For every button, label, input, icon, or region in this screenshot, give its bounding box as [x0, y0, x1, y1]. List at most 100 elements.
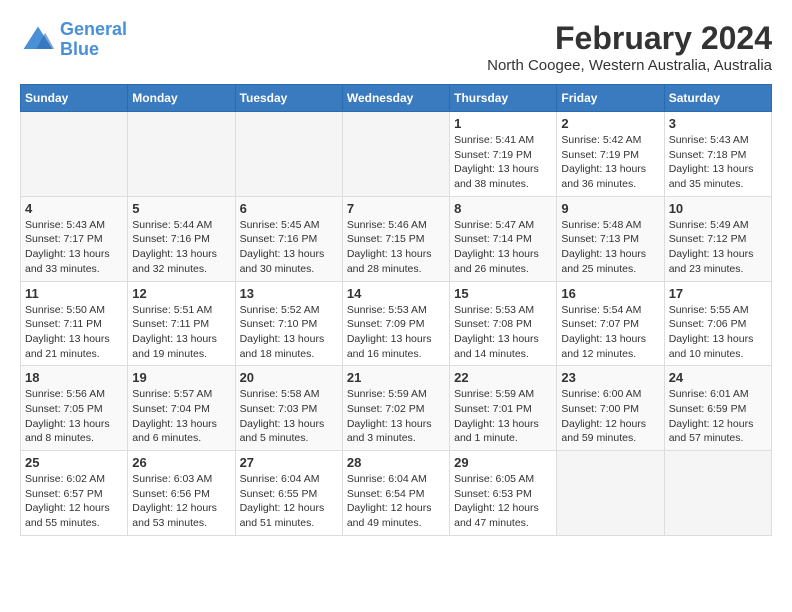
calendar-day-cell: 22Sunrise: 5:59 AMSunset: 7:01 PMDayligh… [450, 366, 557, 451]
day-number: 10 [669, 201, 767, 216]
calendar-day-cell: 13 Sunrise: 5:52 AMSunset: 7:10 PMDayligh… [235, 281, 342, 366]
page-subtitle: North Coogee, Western Australia, Austral… [487, 57, 772, 74]
calendar-day-cell: 28 Sunrise: 6:04 AMSunset: 6:54 PMDayligh… [342, 451, 449, 536]
day-info: Sunrise: 5:47 AMSunset: 7:14 PMDaylight:… [454, 218, 552, 277]
day-info: Sunrise: 5:49 AMSunset: 7:12 PMDaylight:… [669, 218, 767, 277]
day-number: 12 [132, 286, 230, 301]
day-number: 29 [454, 455, 552, 470]
day-number: 14 [347, 286, 445, 301]
calendar-body: 1 Sunrise: 5:41 AMSunset: 7:19 PMDaylight… [21, 112, 772, 536]
day-info: Sunrise: 5:57 AMSunset: 7:04 PMDaylight:… [132, 387, 230, 446]
day-number: 27 [240, 455, 338, 470]
day-number: 22 [454, 370, 552, 385]
calendar-day-cell: 16 Sunrise: 5:54 AMSunset: 7:07 PMDayligh… [557, 281, 664, 366]
day-info: Sunrise: 5:42 AMSunset: 7:19 PMDaylight:… [561, 133, 659, 192]
day-number: 19 [132, 370, 230, 385]
calendar-day-cell: 25 Sunrise: 6:02 AMSunset: 6:57 PMDayligh… [21, 451, 128, 536]
calendar-day-cell [664, 451, 771, 536]
day-number: 24 [669, 370, 767, 385]
day-number: 11 [25, 286, 123, 301]
day-info: Sunrise: 6:04 AMSunset: 6:55 PMDaylight:… [240, 472, 338, 531]
calendar-day-cell: 14 Sunrise: 5:53 AMSunset: 7:09 PMDayligh… [342, 281, 449, 366]
day-info: Sunrise: 5:52 AMSunset: 7:10 PMDaylight:… [240, 303, 338, 362]
day-number: 8 [454, 201, 552, 216]
day-number: 28 [347, 455, 445, 470]
day-info: Sunrise: 5:59 AMSunset: 7:02 PMDaylight:… [347, 387, 445, 446]
calendar-day-cell: 8 Sunrise: 5:47 AMSunset: 7:14 PMDaylight… [450, 196, 557, 281]
calendar-week-row: 1 Sunrise: 5:41 AMSunset: 7:19 PMDaylight… [21, 112, 772, 197]
logo: General Blue [20, 20, 127, 60]
day-number: 25 [25, 455, 123, 470]
calendar-header-row: SundayMondayTuesdayWednesdayThursdayFrid… [21, 85, 772, 112]
calendar-day-cell: 3 Sunrise: 5:43 AMSunset: 7:18 PMDaylight… [664, 112, 771, 197]
calendar-day-cell: 4 Sunrise: 5:43 AMSunset: 7:17 PMDaylight… [21, 196, 128, 281]
day-info: Sunrise: 5:43 AMSunset: 7:17 PMDaylight:… [25, 218, 123, 277]
logo-line1: General [60, 19, 127, 39]
calendar-day-cell [342, 112, 449, 197]
calendar-day-cell: 21 Sunrise: 5:59 AMSunset: 7:02 PMDayligh… [342, 366, 449, 451]
calendar-day-cell: 15Sunrise: 5:53 AMSunset: 7:08 PMDayligh… [450, 281, 557, 366]
calendar-day-cell: 12 Sunrise: 5:51 AMSunset: 7:11 PMDayligh… [128, 281, 235, 366]
day-number: 21 [347, 370, 445, 385]
day-info: Sunrise: 6:02 AMSunset: 6:57 PMDaylight:… [25, 472, 123, 531]
calendar-day-cell [21, 112, 128, 197]
day-number: 17 [669, 286, 767, 301]
day-number: 4 [25, 201, 123, 216]
calendar-day-cell: 23 Sunrise: 6:00 AMSunset: 7:00 PMDayligh… [557, 366, 664, 451]
day-number: 18 [25, 370, 123, 385]
day-info: Sunrise: 5:48 AMSunset: 7:13 PMDaylight:… [561, 218, 659, 277]
calendar-table: SundayMondayTuesdayWednesdayThursdayFrid… [20, 84, 772, 536]
calendar-day-cell: 19 Sunrise: 5:57 AMSunset: 7:04 PMDayligh… [128, 366, 235, 451]
day-info: Sunrise: 6:04 AMSunset: 6:54 PMDaylight:… [347, 472, 445, 531]
calendar-day-cell [557, 451, 664, 536]
calendar-day-cell: 7Sunrise: 5:46 AMSunset: 7:15 PMDaylight… [342, 196, 449, 281]
day-info: Sunrise: 5:45 AMSunset: 7:16 PMDaylight:… [240, 218, 338, 277]
day-number: 23 [561, 370, 659, 385]
day-number: 26 [132, 455, 230, 470]
calendar-day-cell: 27 Sunrise: 6:04 AMSunset: 6:55 PMDayligh… [235, 451, 342, 536]
calendar-day-cell [235, 112, 342, 197]
calendar-day-cell: 26 Sunrise: 6:03 AMSunset: 6:56 PMDayligh… [128, 451, 235, 536]
day-number: 1 [454, 116, 552, 131]
page-title: February 2024 [487, 20, 772, 57]
calendar-weekday-header: Friday [557, 85, 664, 112]
calendar-week-row: 25 Sunrise: 6:02 AMSunset: 6:57 PMDayligh… [21, 451, 772, 536]
day-info: Sunrise: 5:43 AMSunset: 7:18 PMDaylight:… [669, 133, 767, 192]
calendar-day-cell: 20Sunrise: 5:58 AMSunset: 7:03 PMDayligh… [235, 366, 342, 451]
calendar-day-cell: 18 Sunrise: 5:56 AMSunset: 7:05 PMDayligh… [21, 366, 128, 451]
day-info: Sunrise: 5:44 AMSunset: 7:16 PMDaylight:… [132, 218, 230, 277]
calendar-weekday-header: Saturday [664, 85, 771, 112]
day-number: 7 [347, 201, 445, 216]
calendar-weekday-header: Monday [128, 85, 235, 112]
day-info: Sunrise: 6:05 AMSunset: 6:53 PMDaylight:… [454, 472, 552, 531]
day-number: 16 [561, 286, 659, 301]
calendar-day-cell: 2Sunrise: 5:42 AMSunset: 7:19 PMDaylight… [557, 112, 664, 197]
calendar-week-row: 18 Sunrise: 5:56 AMSunset: 7:05 PMDayligh… [21, 366, 772, 451]
day-info: Sunrise: 5:53 AMSunset: 7:09 PMDaylight:… [347, 303, 445, 362]
day-info: Sunrise: 5:54 AMSunset: 7:07 PMDaylight:… [561, 303, 659, 362]
day-number: 9 [561, 201, 659, 216]
day-number: 13 [240, 286, 338, 301]
logo-icon [20, 22, 56, 58]
calendar-day-cell: 9 Sunrise: 5:48 AMSunset: 7:13 PMDaylight… [557, 196, 664, 281]
day-number: 5 [132, 201, 230, 216]
day-info: Sunrise: 5:56 AMSunset: 7:05 PMDaylight:… [25, 387, 123, 446]
day-number: 3 [669, 116, 767, 131]
day-info: Sunrise: 6:03 AMSunset: 6:56 PMDaylight:… [132, 472, 230, 531]
calendar-day-cell: 5 Sunrise: 5:44 AMSunset: 7:16 PMDaylight… [128, 196, 235, 281]
day-number: 6 [240, 201, 338, 216]
day-info: Sunrise: 6:01 AMSunset: 6:59 PMDaylight:… [669, 387, 767, 446]
logo-line2: Blue [60, 39, 99, 59]
calendar-day-cell: 1 Sunrise: 5:41 AMSunset: 7:19 PMDaylight… [450, 112, 557, 197]
calendar-day-cell: 10 Sunrise: 5:49 AMSunset: 7:12 PMDayligh… [664, 196, 771, 281]
calendar-weekday-header: Wednesday [342, 85, 449, 112]
day-info: Sunrise: 6:00 AMSunset: 7:00 PMDaylight:… [561, 387, 659, 446]
day-info: Sunrise: 5:51 AMSunset: 7:11 PMDaylight:… [132, 303, 230, 362]
calendar-weekday-header: Thursday [450, 85, 557, 112]
day-info: Sunrise: 5:53 AMSunset: 7:08 PMDaylight:… [454, 303, 552, 362]
page-header: General Blue February 2024 North Coogee,… [20, 20, 772, 74]
calendar-day-cell: 24 Sunrise: 6:01 AMSunset: 6:59 PMDayligh… [664, 366, 771, 451]
calendar-weekday-header: Tuesday [235, 85, 342, 112]
title-block: February 2024 North Coogee, Western Aust… [487, 20, 772, 74]
day-info: Sunrise: 5:41 AMSunset: 7:19 PMDaylight:… [454, 133, 552, 192]
